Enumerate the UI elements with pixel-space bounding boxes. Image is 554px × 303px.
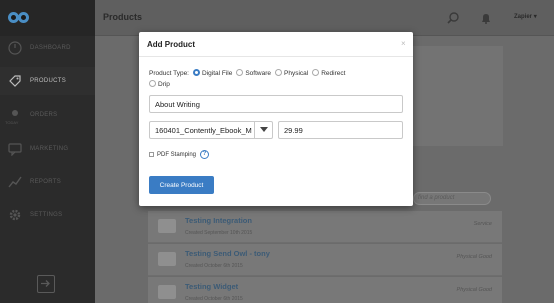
radio-drip[interactable]: Drip <box>149 79 409 90</box>
radio-label: Redirect <box>321 70 346 77</box>
sidebar-item-label: ORDERS <box>30 112 58 118</box>
chevron-down-icon: ▾ <box>533 14 537 20</box>
sidebar-item-label: PRODUCTS <box>30 78 67 84</box>
help-icon[interactable]: ? <box>200 150 210 159</box>
product-title-input[interactable]: About Writing <box>149 95 403 113</box>
user-name: Zapier <box>514 14 533 20</box>
modal-title: Add Product <box>147 40 195 49</box>
file-select-value: 160401_Contently_Ebook_M <box>155 126 252 135</box>
product-type: Physical Good <box>456 254 492 260</box>
pdf-stamping-option[interactable]: PDF Stamping ? <box>149 150 210 159</box>
sidebar-item-reports[interactable]: REPORTS <box>0 168 95 196</box>
sidebar-item-label: REPORTS <box>30 179 61 185</box>
chart-icon <box>8 175 22 189</box>
bell-icon[interactable] <box>480 11 492 29</box>
sidebar-item-orders[interactable]: ORDERS TODAY <box>0 101 95 129</box>
radio-unchecked-icon[interactable] <box>275 69 282 76</box>
product-thumb-icon <box>158 252 176 266</box>
product-type-group: Product Type: Digital File Software Physica… <box>149 68 409 90</box>
close-icon[interactable]: × <box>401 39 406 48</box>
radio-checked-icon[interactable] <box>193 69 200 76</box>
product-row[interactable]: Testing Integration Created September 10… <box>148 211 502 243</box>
logo[interactable] <box>0 0 95 36</box>
product-type: Physical Good <box>456 287 492 293</box>
tag-icon <box>8 74 22 88</box>
radio-label: Physical <box>284 70 309 77</box>
radio-redirect[interactable]: Redirect <box>308 69 346 77</box>
chevron-down-icon[interactable] <box>254 122 272 138</box>
logout-icon[interactable] <box>37 275 55 293</box>
sidebar-item-label: MARKETING <box>30 146 69 152</box>
product-date: Created September 10th 2015 <box>185 230 253 236</box>
sidebar-item-label: SETTINGS <box>30 212 63 218</box>
sidebar: DASHBOARD PRODUCTS ORDERS TODAY MARKETIN… <box>0 0 95 303</box>
file-select[interactable]: 160401_Contently_Ebook_M <box>149 121 273 139</box>
gear-icon <box>8 208 22 222</box>
sidebar-item-dashboard[interactable]: DASHBOARD <box>0 34 95 62</box>
product-type: Service <box>473 221 492 227</box>
sidebar-item-settings[interactable]: SETTINGS <box>0 201 95 229</box>
radio-software[interactable]: Software <box>232 69 271 77</box>
background-search-input[interactable]: find a product <box>413 192 491 205</box>
product-name: Testing Send Owl - tony <box>185 249 270 258</box>
product-thumb-icon <box>158 285 176 299</box>
product-row[interactable]: Testing Widget Created October 6th 2015 … <box>148 277 502 303</box>
radio-label: Digital File <box>202 70 233 77</box>
product-type-label: Product Type: <box>149 70 189 77</box>
radio-unchecked-icon[interactable] <box>149 80 156 87</box>
search-placeholder: find a product <box>418 195 455 201</box>
search-icon[interactable] <box>447 11 459 29</box>
page-title: Products <box>103 12 143 22</box>
product-row[interactable]: Testing Send Owl - tony Created October … <box>148 244 502 276</box>
pdf-stamping-checkbox[interactable] <box>149 152 154 157</box>
pdf-stamping-label: PDF Stamping <box>157 151 197 158</box>
radio-label: Drip <box>158 81 170 88</box>
create-product-button[interactable]: Create Product <box>149 176 214 194</box>
sidebar-item-label: DASHBOARD <box>30 45 71 51</box>
radio-physical[interactable]: Physical <box>271 69 309 77</box>
product-date: Created October 6th 2015 <box>185 296 243 302</box>
product-name: Testing Widget <box>185 282 239 291</box>
sidebar-item-marketing[interactable]: MARKETING <box>0 135 95 163</box>
top-bar: Products Zapier ▾ <box>95 0 554 36</box>
radio-unchecked-icon[interactable] <box>312 69 320 76</box>
add-product-modal: Add Product × Product Type: Digital File S… <box>139 32 413 206</box>
product-thumb-icon <box>158 219 176 233</box>
radio-unchecked-icon[interactable] <box>236 69 244 76</box>
sidebar-item-products[interactable]: PRODUCTS <box>0 67 95 95</box>
chat-icon <box>8 142 22 156</box>
modal-header: Add Product × <box>139 32 413 57</box>
owl-logo-icon <box>8 11 30 25</box>
orders-today-label: TODAY <box>5 120 19 125</box>
radio-digital-file[interactable]: Digital File <box>189 69 233 77</box>
product-date: Created October 6th 2015 <box>185 263 243 269</box>
price-input[interactable]: 29.99 <box>278 121 403 139</box>
dashboard-icon <box>8 41 22 55</box>
user-menu[interactable]: Zapier ▾ <box>514 13 537 20</box>
radio-label: Software <box>245 70 271 77</box>
product-name: Testing Integration <box>185 216 252 225</box>
